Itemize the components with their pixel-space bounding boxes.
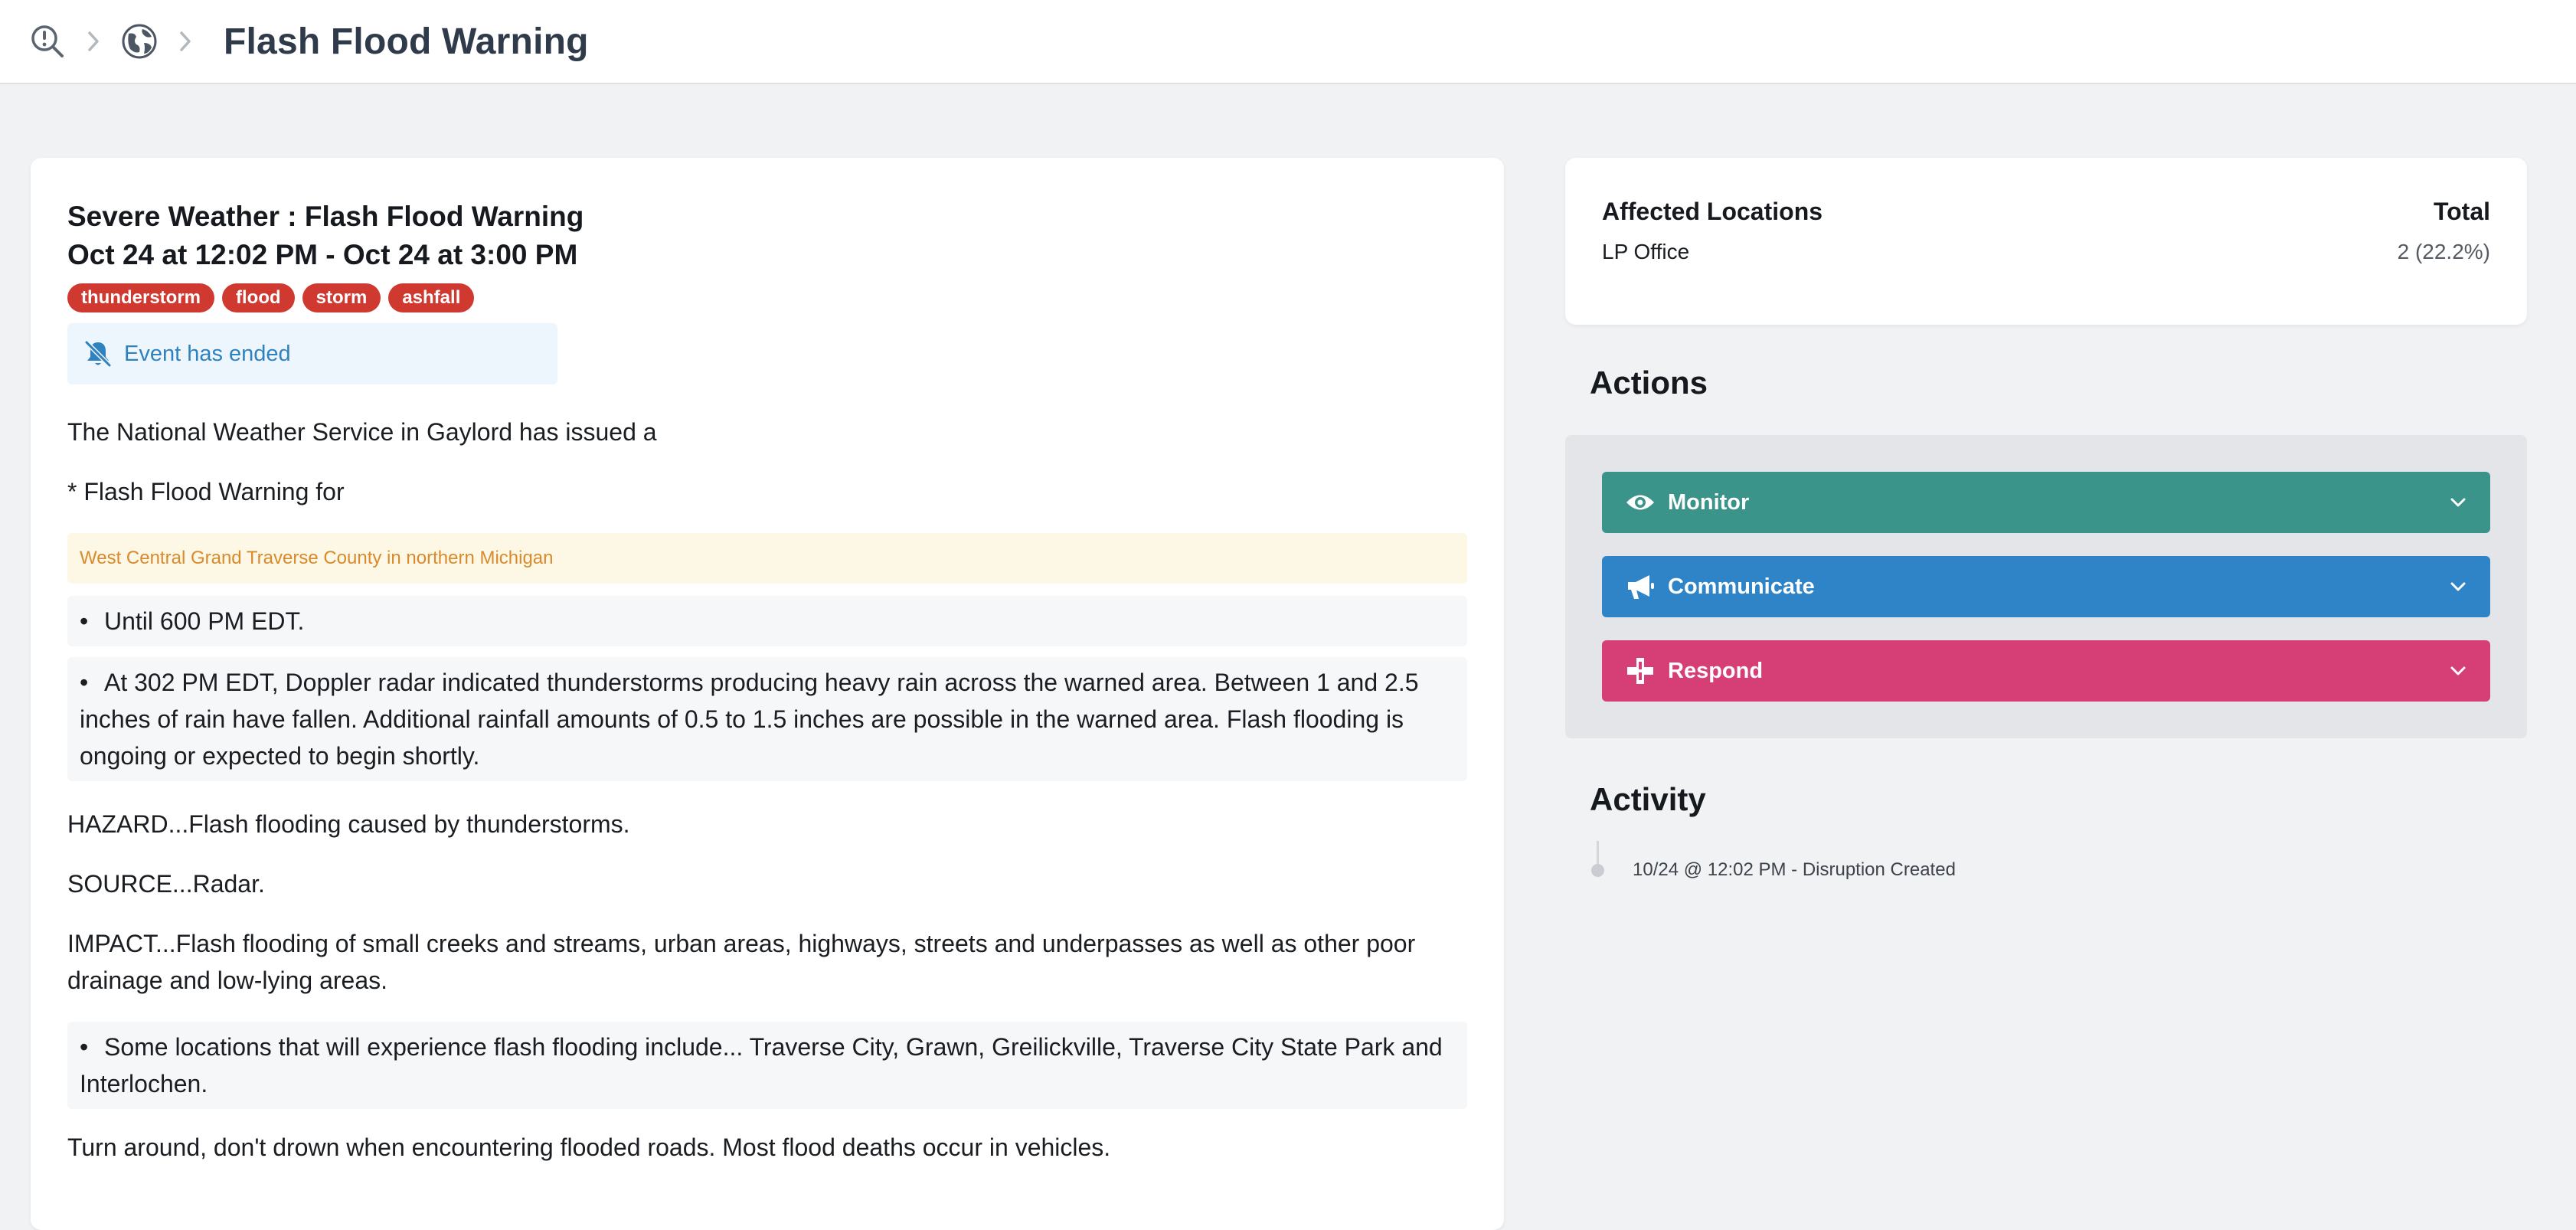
communicate-label: Communicate [1668, 574, 1815, 599]
event-hazard: HAZARD...Flash flooding caused by thunde… [67, 810, 630, 838]
bullet-icon: • [80, 607, 89, 635]
page-title: Flash Flood Warning [224, 21, 589, 62]
location-total: 2 (22.2%) [2397, 240, 2490, 263]
globe-icon[interactable] [121, 23, 158, 60]
tag-badge[interactable]: flood [222, 283, 295, 312]
event-status-text: Event has ended [124, 341, 291, 366]
event-warning-for: * Flash Flood Warning for [67, 478, 345, 505]
event-timeframe: Oct 24 at 12:02 PM - Oct 24 at 3:00 PM [67, 239, 578, 270]
chevron-right-icon [77, 25, 110, 58]
chevron-down-icon [2450, 498, 2466, 507]
tag-badge[interactable]: storm [302, 283, 381, 312]
bullet-icon: • [80, 669, 89, 696]
event-impact: IMPACT...Flash flooding of small creeks … [67, 930, 1416, 994]
communicate-button[interactable]: Communicate [1602, 556, 2490, 617]
event-closing: Turn around, don't drown when encounteri… [67, 1133, 1111, 1161]
monitor-button[interactable]: Monitor [1602, 472, 2490, 533]
table-row[interactable]: LP Office 2 (22.2%) [1602, 240, 2490, 264]
timeline-line [1597, 841, 1599, 865]
alert-search-icon[interactable] [29, 23, 66, 60]
affected-locations-card: Affected Locations Total LP Office 2 (22… [1565, 158, 2527, 325]
list-item: • Some locations that will experience fla… [67, 1022, 1467, 1109]
activity-timeline: 10/24 @ 12:02 PM - Disruption Created [1590, 841, 2527, 887]
event-source: SOURCE...Radar. [67, 870, 265, 898]
tag-badge[interactable]: thunderstorm [67, 283, 214, 312]
tag-badge[interactable]: ashfall [388, 283, 475, 312]
event-intro: The National Weather Service in Gaylord … [67, 418, 657, 446]
bell-off-icon [84, 340, 112, 368]
right-column: Affected Locations Total LP Office 2 (22… [1565, 158, 2527, 887]
bullet-icon: • [80, 1033, 89, 1061]
eye-icon [1626, 495, 1654, 510]
medical-cross-icon [1627, 658, 1653, 684]
megaphone-icon [1628, 575, 1654, 599]
list-item: • Until 600 PM EDT. [67, 596, 1467, 646]
timeline-dot-icon [1591, 864, 1604, 877]
location-name: LP Office [1602, 240, 1690, 263]
chevron-right-icon [168, 25, 202, 58]
respond-label: Respond [1668, 658, 1764, 683]
event-detail-card: Severe Weather : Flash Flood Warning Oct… [31, 158, 1504, 1230]
total-header: Total [2433, 198, 2490, 225]
affected-area-text: West Central Grand Traverse County in no… [80, 548, 554, 568]
affected-header-row: Affected Locations Total [1602, 198, 2490, 226]
affected-locations-header: Affected Locations [1602, 198, 1823, 225]
activity-item: 10/24 @ 12:02 PM - Disruption Created [1633, 859, 1956, 880]
top-bar: Flash Flood Warning [0, 0, 2576, 84]
list-item-text: Until 600 PM EDT. [104, 607, 305, 635]
list-item: • At 302 PM EDT, Doppler radar indicated … [67, 657, 1467, 781]
actions-title: Actions [1590, 365, 1708, 401]
activity-title: Activity [1590, 781, 1706, 817]
tag-list: thunderstorm flood storm ashfall [67, 283, 1467, 312]
event-heading: Severe Weather : Flash Flood Warning [67, 201, 584, 232]
actions-panel: Monitor Communicate Respond [1565, 435, 2527, 738]
affected-area: West Central Grand Traverse County in no… [67, 533, 1467, 584]
list-item-text: At 302 PM EDT, Doppler radar indicated t… [80, 669, 1419, 770]
list-item-text: Some locations that will experience flas… [80, 1033, 1443, 1098]
chevron-down-icon [2450, 582, 2466, 591]
chevron-down-icon [2450, 666, 2466, 676]
event-status-notice: Event has ended [67, 323, 557, 384]
monitor-label: Monitor [1668, 489, 1750, 515]
respond-button[interactable]: Respond [1602, 640, 2490, 702]
